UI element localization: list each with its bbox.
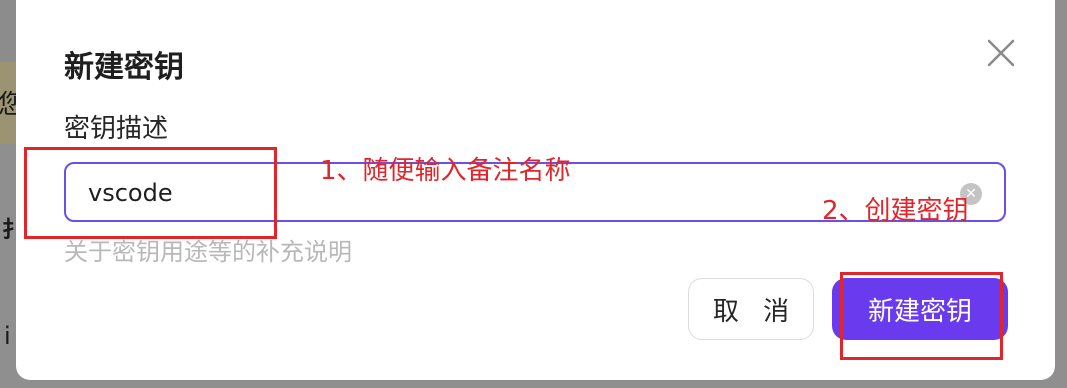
backdrop-strip <box>0 144 16 388</box>
cancel-button[interactable]: 取 消 <box>688 278 814 340</box>
annotation-step-1: 1、随便输入备注名称 <box>320 156 571 186</box>
backdrop-strip <box>0 0 16 62</box>
background-text-fragment: i <box>4 322 11 350</box>
create-key-button[interactable]: 新建密钥 <box>832 278 1008 340</box>
close-button[interactable] <box>984 36 1018 70</box>
field-hint: 关于密钥用途等的补充说明 <box>64 238 352 266</box>
key-description-label: 密钥描述 <box>64 114 169 144</box>
dialog-title: 新建密钥 <box>64 50 184 85</box>
close-icon <box>987 39 1015 67</box>
annotation-step-2: 2、创建密钥 <box>822 196 969 226</box>
